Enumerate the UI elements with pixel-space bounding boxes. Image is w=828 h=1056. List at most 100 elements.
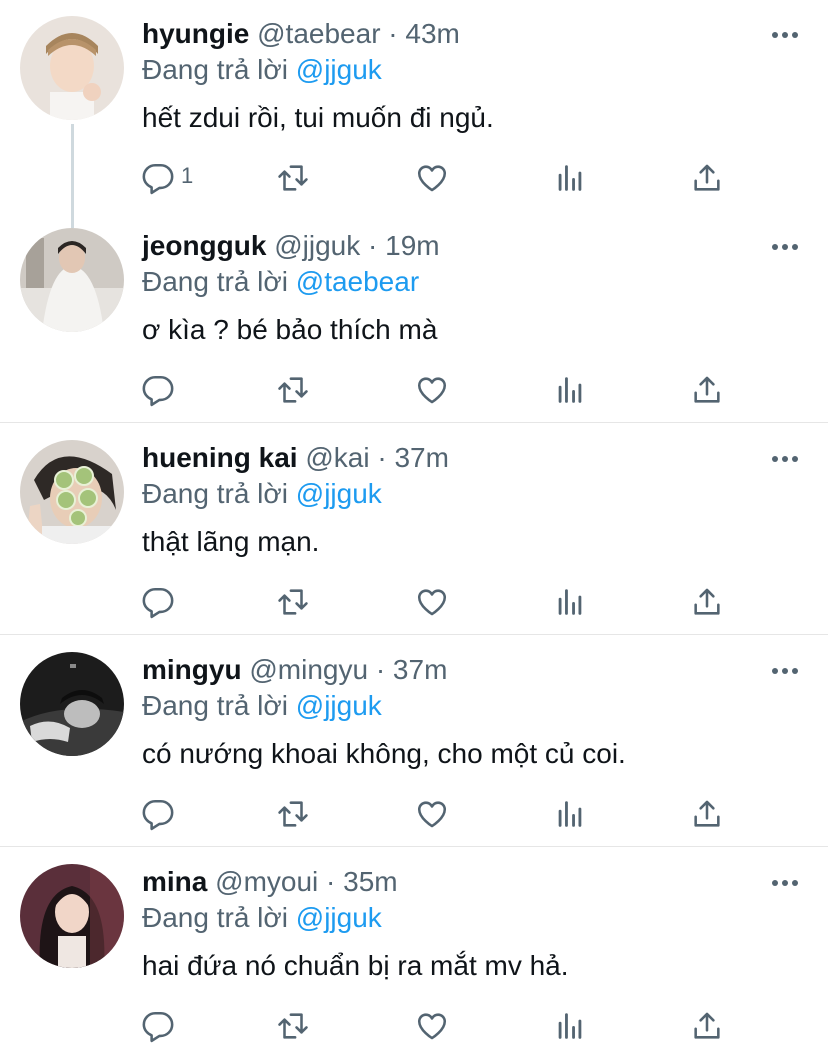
replying-to: Đang trả lời @jjguk <box>142 53 382 87</box>
heart-icon <box>417 589 447 616</box>
more-icon[interactable] <box>770 451 800 467</box>
retweet-icon <box>278 165 308 191</box>
retweet-button[interactable] <box>276 582 316 622</box>
display-name[interactable]: mingyu <box>142 654 242 685</box>
mention-link[interactable]: @jjguk <box>296 902 382 933</box>
separator: · <box>377 442 387 473</box>
timestamp[interactable]: 19m <box>385 230 439 261</box>
reply-button[interactable] <box>141 582 181 622</box>
tweet-text: hai đứa nó chuẩn bị ra mắt mv hả. <box>142 950 569 981</box>
tweet-actions <box>0 794 828 834</box>
more-icon[interactable] <box>770 663 800 679</box>
display-name[interactable]: huening kai <box>142 442 298 473</box>
reply-button[interactable] <box>141 794 181 834</box>
reply-button[interactable] <box>141 1006 181 1046</box>
avatar[interactable] <box>20 228 124 332</box>
like-button[interactable] <box>415 370 455 410</box>
avatar[interactable] <box>20 440 124 544</box>
tweet-actions <box>0 1006 828 1046</box>
share-button[interactable] <box>690 1006 730 1046</box>
replying-to-label: Đang trả lời <box>142 902 288 933</box>
tweet-divider <box>0 422 828 423</box>
share-button[interactable] <box>690 158 730 198</box>
tweet[interactable]: huening kai @kai · 37m Đang trả lời @jjg… <box>0 424 828 634</box>
user-handle[interactable]: @kai <box>305 442 369 473</box>
tweet-divider <box>0 846 828 847</box>
mention-link[interactable]: @jjguk <box>296 478 382 509</box>
analytics-button[interactable] <box>553 794 593 834</box>
user-handle[interactable]: @jjguk <box>274 230 360 261</box>
share-icon <box>694 588 720 615</box>
tweet[interactable]: hyungie @taebear · 43m Đang trả lời @jjg… <box>0 0 828 212</box>
heart-icon <box>417 377 447 404</box>
mention-link[interactable]: @taebear <box>296 266 419 297</box>
retweet-button[interactable] <box>276 1006 316 1046</box>
tweet-header: jeongguk @jjguk · 19m <box>142 229 440 263</box>
display-name[interactable]: jeongguk <box>142 230 266 261</box>
share-icon <box>694 376 720 403</box>
replying-to-label: Đang trả lời <box>142 478 288 509</box>
separator: · <box>368 230 378 261</box>
analytics-icon <box>558 1013 582 1039</box>
timestamp[interactable]: 43m <box>405 18 459 49</box>
reply-button[interactable] <box>141 370 181 410</box>
display-name[interactable]: hyungie <box>142 18 249 49</box>
avatar-image <box>20 228 124 332</box>
mention-link[interactable]: @jjguk <box>296 690 382 721</box>
display-name[interactable]: mina <box>142 866 207 897</box>
avatar[interactable] <box>20 864 124 968</box>
tweet-actions: 1 <box>0 158 828 198</box>
avatar-image <box>20 652 124 756</box>
analytics-button[interactable] <box>553 370 593 410</box>
analytics-button[interactable] <box>553 582 593 622</box>
like-button[interactable] <box>415 158 455 198</box>
retweet-button[interactable] <box>276 370 316 410</box>
tweet-actions <box>0 582 828 622</box>
replying-to-label: Đang trả lời <box>142 54 288 85</box>
user-handle[interactable]: @myoui <box>215 866 318 897</box>
separator: · <box>326 866 336 897</box>
analytics-icon <box>558 589 582 615</box>
more-icon[interactable] <box>770 239 800 255</box>
reply-icon <box>142 799 174 831</box>
timestamp[interactable]: 35m <box>343 866 397 897</box>
analytics-button[interactable] <box>553 1006 593 1046</box>
reply-icon <box>142 1011 174 1043</box>
avatar[interactable] <box>20 652 124 756</box>
like-button[interactable] <box>415 1006 455 1046</box>
heart-icon <box>417 801 447 828</box>
avatar-image <box>20 440 124 544</box>
replying-to-label: Đang trả lời <box>142 266 288 297</box>
analytics-button[interactable] <box>553 158 593 198</box>
heart-icon <box>417 1013 447 1040</box>
share-button[interactable] <box>690 794 730 834</box>
analytics-icon <box>558 377 582 403</box>
user-handle[interactable]: @taebear <box>257 18 380 49</box>
more-icon[interactable] <box>770 875 800 891</box>
reply-icon <box>142 375 174 407</box>
user-handle[interactable]: @mingyu <box>249 654 368 685</box>
mention-link[interactable]: @jjguk <box>296 54 382 85</box>
more-icon[interactable] <box>770 27 800 43</box>
tweet-text: có nướng khoai không, cho một củ coi. <box>142 738 626 769</box>
tweet[interactable]: mingyu @mingyu · 37m Đang trả lời @jjguk… <box>0 636 828 846</box>
timestamp[interactable]: 37m <box>393 654 447 685</box>
tweet[interactable]: jeongguk @jjguk · 19m Đang trả lời @taeb… <box>0 212 828 422</box>
replying-to: Đang trả lời @taebear <box>142 265 419 299</box>
tweet[interactable]: mina @myoui · 35m Đang trả lời @jjguk ha… <box>0 848 828 1056</box>
tweet-text: hết zdui rồi, tui muốn đi ngủ. <box>142 102 494 133</box>
retweet-icon <box>278 377 308 403</box>
share-icon <box>694 1012 720 1039</box>
avatar[interactable] <box>20 16 124 120</box>
replying-to: Đang trả lời @jjguk <box>142 477 382 511</box>
like-button[interactable] <box>415 582 455 622</box>
share-button[interactable] <box>690 370 730 410</box>
like-button[interactable] <box>415 794 455 834</box>
retweet-button[interactable] <box>276 158 316 198</box>
reply-button[interactable]: 1 <box>141 158 201 198</box>
timestamp[interactable]: 37m <box>394 442 448 473</box>
retweet-button[interactable] <box>276 794 316 834</box>
avatar-image <box>20 16 124 120</box>
replying-to: Đang trả lời @jjguk <box>142 901 382 935</box>
share-button[interactable] <box>690 582 730 622</box>
